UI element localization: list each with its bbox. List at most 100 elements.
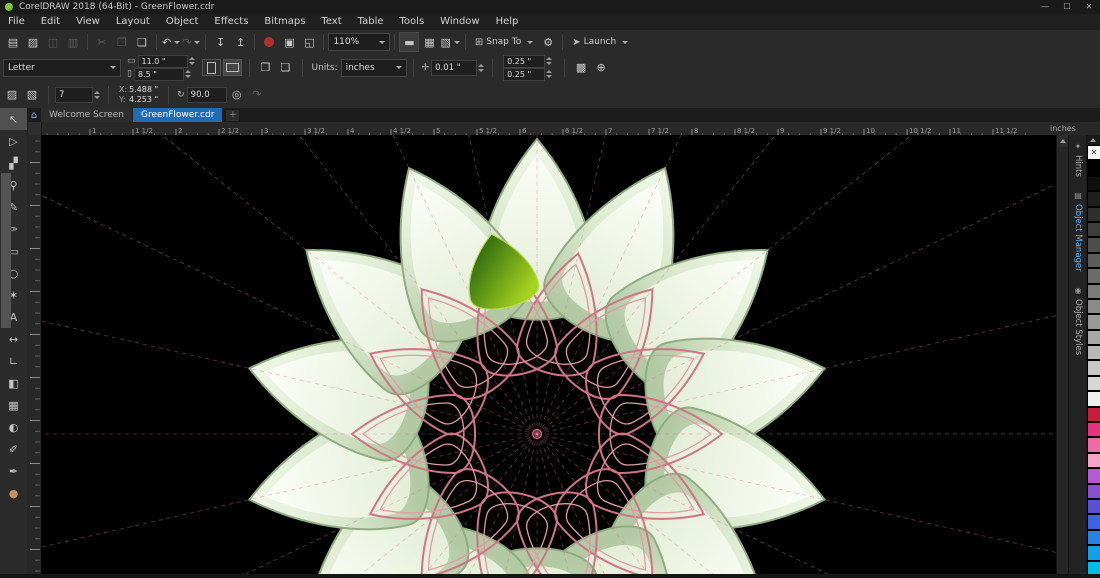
current-page-button[interactable]: ❏: [277, 59, 295, 77]
center-rotation-button[interactable]: ◎: [228, 86, 246, 104]
paste-button[interactable]: ❏: [133, 33, 151, 51]
color-swatch[interactable]: [1087, 561, 1100, 574]
color-swatch[interactable]: [1087, 484, 1100, 499]
interactive-fill-tool[interactable]: ◧: [0, 372, 27, 394]
shape-tool[interactable]: ▷: [0, 130, 27, 152]
crop-tool[interactable]: ▞: [0, 152, 27, 174]
drawing-canvas[interactable]: [41, 135, 1056, 574]
page-height-input[interactable]: 8.5 ": [134, 68, 184, 81]
color-swatch[interactable]: [1087, 376, 1100, 391]
application-launcher-button[interactable]: ▣: [280, 33, 298, 51]
color-swatch[interactable]: [1087, 314, 1100, 329]
color-swatch[interactable]: [1087, 299, 1100, 314]
transparency-tool[interactable]: ◐: [0, 416, 27, 438]
new-document-button[interactable]: ▤: [4, 33, 22, 51]
outline-pen-tool[interactable]: ✒: [0, 460, 27, 482]
color-swatch[interactable]: [1087, 237, 1100, 252]
color-swatch[interactable]: [1087, 514, 1100, 529]
copy-button[interactable]: ❐: [113, 33, 131, 51]
duplicate-x-input[interactable]: 0.25 ": [503, 55, 545, 68]
undo-button[interactable]: ↶: [162, 33, 180, 51]
ruler-origin-corner[interactable]: [27, 122, 42, 135]
smear-tool[interactable]: ●: [0, 482, 27, 504]
menu-object[interactable]: Object: [158, 14, 207, 30]
page-size-select[interactable]: Letter: [3, 59, 121, 77]
parallel-dimension-tool[interactable]: ↔: [0, 328, 27, 350]
save-button[interactable]: ◫: [44, 33, 62, 51]
snap-to-button[interactable]: ⊞Snap To: [470, 33, 538, 51]
color-swatch[interactable]: [1087, 407, 1100, 422]
page-width-spinner[interactable]: [189, 57, 197, 65]
color-swatch[interactable]: [1087, 360, 1100, 375]
color-swatch[interactable]: [1087, 499, 1100, 514]
mirror-button[interactable]: ↷: [248, 86, 266, 104]
horizontal-ruler[interactable]: 11 1/222 1/233 1/244 1/255 1/266 1/277 1…: [41, 122, 1046, 135]
color-eyedropper-tool[interactable]: ✐: [0, 438, 27, 460]
document-tab-greenflower-cdr[interactable]: GreenFlower.cdr: [133, 108, 222, 122]
color-swatch[interactable]: [1087, 268, 1100, 283]
duplicate-y-spinner[interactable]: [546, 70, 554, 78]
menu-table[interactable]: Table: [350, 14, 392, 30]
color-swatch[interactable]: [1087, 545, 1100, 560]
color-swatch[interactable]: [1087, 530, 1100, 545]
pick-tool[interactable]: ↖: [0, 108, 27, 130]
home-icon[interactable]: ⌂: [27, 110, 41, 121]
color-swatch[interactable]: [1087, 391, 1100, 406]
color-swatch[interactable]: [1087, 468, 1100, 483]
color-swatch[interactable]: [1087, 330, 1100, 345]
page-height-spinner[interactable]: [185, 70, 193, 78]
fullscreen-preview-button[interactable]: ◱: [300, 33, 318, 51]
export-button[interactable]: ↥: [231, 33, 249, 51]
value-input[interactable]: 7: [55, 87, 93, 103]
color-swatch[interactable]: [1087, 284, 1100, 299]
minimize-button[interactable]: —: [1034, 0, 1056, 14]
landscape-button[interactable]: [223, 59, 242, 76]
docker-tab-hints[interactable]: ✦Hints: [1073, 135, 1083, 184]
menu-help[interactable]: Help: [488, 14, 527, 30]
print-button[interactable]: ▥: [64, 33, 82, 51]
vertical-ruler[interactable]: [27, 135, 42, 574]
color-swatch[interactable]: [1087, 207, 1100, 222]
mesh-fill-tool[interactable]: ▦: [0, 394, 27, 416]
palette-scroll-up-button[interactable]: [1086, 135, 1100, 145]
color-swatch[interactable]: [1087, 345, 1100, 360]
toolbar-icon-button-1[interactable]: ▨: [3, 86, 21, 104]
all-pages-button[interactable]: ❐: [257, 59, 275, 77]
docker-tab-object-manager[interactable]: ▤Object Manager: [1073, 184, 1083, 279]
menu-tools[interactable]: Tools: [392, 14, 433, 30]
portrait-button[interactable]: [202, 59, 221, 76]
menu-window[interactable]: Window: [432, 14, 487, 30]
scrollbar-thumb[interactable]: [1, 173, 11, 328]
new-tab-button[interactable]: +: [226, 110, 239, 121]
nudge-offset-input[interactable]: 0.01 ": [431, 60, 477, 76]
open-button[interactable]: ▨: [24, 33, 42, 51]
docker-tab-object-styles[interactable]: ◉Object Styles: [1073, 279, 1083, 362]
treat-as-filled-toggle[interactable]: ▩: [572, 59, 590, 77]
toolbar-icon-button-2[interactable]: ▧: [23, 86, 41, 104]
menu-effects[interactable]: Effects: [206, 14, 256, 30]
show-rulers-toggle[interactable]: ▬: [400, 33, 418, 51]
menu-text[interactable]: Text: [313, 14, 349, 30]
document-tab-welcome-screen[interactable]: Welcome Screen: [41, 108, 132, 122]
rotation-angle-input[interactable]: 90.0: [187, 87, 227, 103]
duplicate-y-input[interactable]: 0.25 ": [503, 68, 545, 81]
launch-button[interactable]: ➤Launch: [567, 33, 633, 51]
cut-button[interactable]: ✂: [93, 33, 111, 51]
connector-tool[interactable]: ∟: [0, 350, 27, 372]
value-spinner[interactable]: [94, 91, 102, 99]
x-position-value[interactable]: 5.488 ": [129, 85, 158, 94]
maximize-button[interactable]: ☐: [1056, 0, 1078, 14]
no-color-swatch[interactable]: ✕: [1087, 145, 1100, 160]
y-position-value[interactable]: 4.253 ": [129, 95, 158, 104]
show-grid-toggle[interactable]: ▦: [420, 33, 438, 51]
color-swatch[interactable]: [1087, 253, 1100, 268]
color-swatch[interactable]: [1087, 191, 1100, 206]
publish-pdf-button[interactable]: [260, 33, 278, 51]
menu-view[interactable]: View: [68, 14, 108, 30]
menu-bitmaps[interactable]: Bitmaps: [256, 14, 313, 30]
options-gear-button[interactable]: ⚙: [539, 33, 557, 51]
menu-edit[interactable]: Edit: [33, 14, 68, 30]
duplicate-x-spinner[interactable]: [546, 57, 554, 65]
page-width-input[interactable]: 11.0 ": [138, 55, 188, 68]
zoom-level-select[interactable]: 110%: [328, 33, 390, 51]
